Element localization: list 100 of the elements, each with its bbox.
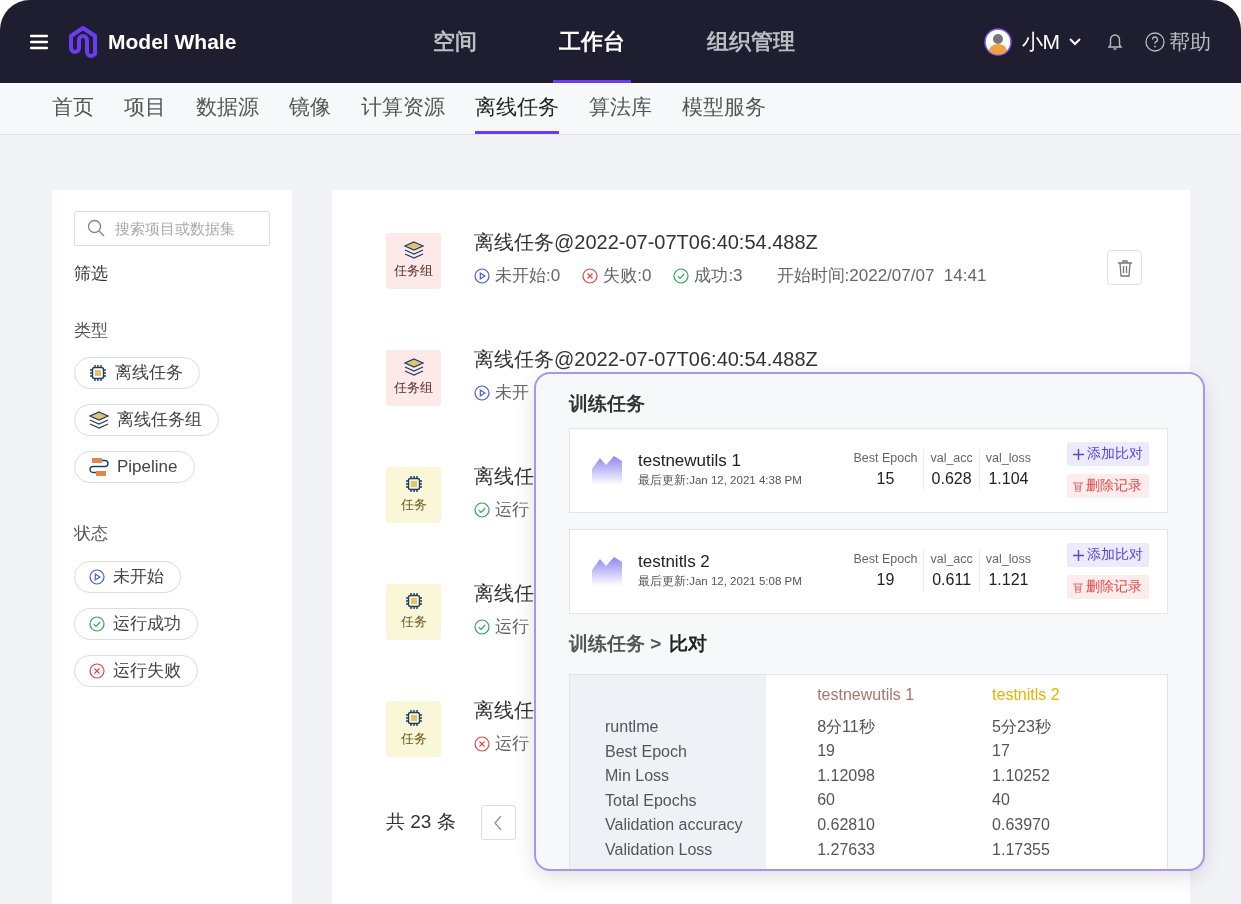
column-header: testnewutils 1 [817, 685, 916, 705]
table-cell-text: 1.10252 [992, 765, 1051, 786]
sub-nav-tab[interactable]: 计算资源 [361, 83, 445, 134]
status-count: 运行 [495, 616, 529, 638]
status-count: 未开 [495, 382, 529, 404]
table-cell-text: 17 [992, 741, 1011, 762]
table-cell-text: 5分23秒 [992, 716, 1052, 737]
search-field[interactable]: 搜索项目或数据集 [74, 211, 270, 246]
delete-record-button[interactable]: 删除记录 [1067, 474, 1149, 498]
metric-value: 15 [876, 469, 895, 490]
nav-tab[interactable]: 组织管理 [701, 0, 802, 83]
trash-icon [1073, 581, 1083, 593]
metric-label: val_loss [985, 449, 1031, 467]
brand-name: Model Whale [108, 28, 237, 55]
sub-nav-tab[interactable]: 离线任务 [475, 83, 559, 134]
table-cell-text: 0.63970 [992, 814, 1051, 835]
logo-icon [68, 25, 98, 58]
chevron-left-icon [493, 814, 504, 831]
sub-nav-tab[interactable]: 算法库 [589, 83, 652, 134]
metric-label: val_acc [930, 550, 973, 568]
filter-chip[interactable]: Pipeline [74, 451, 195, 483]
sub-nav-tab[interactable]: 镜像 [289, 83, 331, 134]
plus-icon [1073, 448, 1084, 460]
row-label: runtlme [605, 717, 660, 737]
table-cell-text: 0.62810 [817, 814, 876, 835]
add-compare-button[interactable]: 添加比对 [1067, 442, 1149, 466]
table-cell-text: 1.12098 [817, 765, 876, 786]
run-name[interactable]: testnitls 2 [638, 552, 838, 573]
chip-icon [89, 364, 107, 382]
filter-chip[interactable]: 离线任务组 [74, 404, 219, 436]
status-count: 运行 [495, 499, 529, 521]
status-count: 未开始:0 [495, 265, 561, 287]
add-compare-button[interactable]: 添加比对 [1067, 543, 1149, 567]
status-count: 失败:0 [603, 265, 652, 287]
metric-label: Best Epoch [853, 550, 918, 568]
delete-button[interactable] [1107, 250, 1142, 285]
filter-group-title: 类型 [74, 319, 109, 342]
status-count: 成功:3 [694, 265, 743, 287]
play-circle-icon [474, 384, 490, 401]
row-label: Total Epochs [605, 790, 698, 811]
layers-icon [403, 241, 424, 260]
task-type-badge: 任务组 [386, 233, 441, 289]
help-link[interactable]: 帮助 [1145, 25, 1211, 58]
breadcrumb-current: 比对 [669, 631, 708, 656]
task-title[interactable]: 离线任 [474, 578, 534, 608]
filter-chip[interactable]: 运行成功 [74, 607, 198, 640]
update-time: 最后更新:Jan 12, 2021 4:38 PM [638, 472, 803, 488]
sub-nav-tab[interactable]: 数据源 [196, 83, 259, 134]
task-type-badge: 任务 [386, 701, 441, 757]
table-cell-text: 40 [992, 790, 1011, 811]
panel-title: 训练任务 [569, 392, 646, 416]
sub-nav-tab[interactable]: 项目 [124, 83, 166, 134]
delete-record-button[interactable]: 删除记录 [1067, 575, 1149, 599]
row-label: Best Epoch [605, 741, 688, 762]
metric-label: Best Epoch [853, 449, 918, 467]
task-title[interactable]: 离线任务@2022-07-07T06:40:54.488Z [474, 227, 818, 257]
start-time: 开始时间:2022/07/07 14:41 [776, 265, 987, 287]
area-chart-icon [592, 556, 622, 586]
user-menu[interactable]: 小M [1021, 25, 1082, 58]
task-type-badge: 任务 [386, 584, 441, 640]
row-label: Min Loss [605, 766, 671, 787]
layers-icon [403, 358, 424, 377]
breadcrumb-link[interactable]: 训练任务 > [569, 629, 662, 658]
task-type-badge: 任务组 [386, 350, 441, 406]
trash-icon [1073, 480, 1083, 492]
filter-chip[interactable]: 运行失败 [74, 654, 198, 687]
filter-chip[interactable]: 未开始 [74, 560, 181, 593]
check-circle-icon [673, 267, 690, 284]
task-title[interactable]: 离线任 [474, 461, 534, 491]
row-label: Validation Loss [605, 839, 714, 860]
plus-icon [1073, 549, 1084, 561]
check-circle-icon [474, 501, 490, 518]
area-chart-icon [592, 455, 622, 485]
filter-heading: 筛选 [74, 263, 109, 285]
status-count: 运行 [495, 733, 529, 755]
sub-nav-tab[interactable]: 模型服务 [682, 83, 766, 134]
metric-label: val_loss [985, 550, 1031, 568]
bell-icon [1107, 32, 1123, 51]
x-circle-icon [582, 267, 599, 284]
run-name[interactable]: testnewutils 1 [638, 451, 838, 472]
filter-group-title: 状态 [74, 523, 109, 545]
pipeline-icon [89, 457, 109, 477]
chip-icon [404, 709, 423, 728]
sub-nav-tab[interactable]: 首页 [52, 83, 94, 134]
metric-value: 1.121 [988, 570, 1029, 591]
table-cell-text: 19 [817, 741, 836, 762]
chip-icon [404, 475, 423, 494]
check-circle-icon [474, 618, 490, 635]
column-header: testnitls 2 [992, 685, 1061, 705]
task-type-badge: 任务 [386, 467, 441, 523]
nav-tab[interactable]: 空间 [427, 0, 484, 83]
filter-chip[interactable]: 离线任务 [74, 357, 200, 389]
task-title[interactable]: 离线任务@2022-07-07T06:40:54.488Z [474, 344, 818, 374]
task-title[interactable]: 离线任 [474, 695, 534, 725]
update-time: 最后更新:Jan 12, 2021 5:08 PM [638, 573, 803, 589]
table-cell-text: 1.17355 [992, 839, 1051, 860]
metric-value: 19 [876, 570, 895, 591]
metric-value: 0.628 [931, 469, 972, 490]
total-count: 共 23 条 [386, 810, 456, 835]
table-cell-text: 8分11秒 [817, 716, 876, 737]
